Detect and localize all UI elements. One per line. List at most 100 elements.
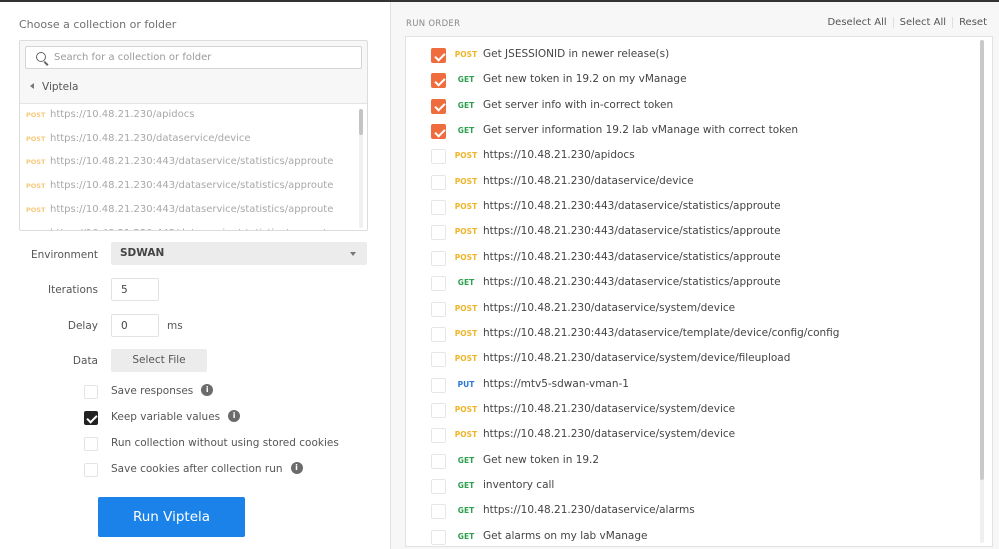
run-order-checkbox[interactable]: [431, 453, 446, 469]
request-name: https://10.48.21.230/apidocs: [483, 149, 635, 162]
run-order-item[interactable]: POST https://10.48.21.230:443/dataservice…: [406, 222, 966, 244]
runner-settings-panel: Choose a collection or folder Viptela PO…: [0, 2, 391, 549]
run-order-scrollbar[interactable]: [980, 40, 984, 543]
run-order-item[interactable]: GET Get new token in 19.2 on my vManage: [406, 70, 966, 92]
run-order-item[interactable]: POST https://10.48.21.230/dataservice/sys…: [406, 400, 966, 422]
run-order-item[interactable]: GET Get server information 19.2 lab vMana…: [406, 121, 966, 143]
deselect-all-button[interactable]: Deselect All: [821, 17, 892, 28]
run-order-checkbox[interactable]: [431, 402, 446, 418]
run-order-checkbox[interactable]: [431, 98, 446, 114]
run-order-item[interactable]: POST https://10.48.21.230:443/dataservice…: [406, 324, 966, 346]
run-order-item[interactable]: GET https://10.48.21.230/dataservice/alar…: [406, 501, 966, 523]
run-collection-button[interactable]: Run Viptela: [98, 497, 245, 537]
collection-request-item[interactable]: POST https://10.48.21.230/dataservice/dev…: [26, 133, 251, 149]
run-order-checkbox[interactable]: [431, 504, 446, 520]
scrollbar-thumb[interactable]: [359, 109, 363, 135]
run-order-checkbox[interactable]: [431, 200, 446, 216]
option-checkbox[interactable]: [84, 437, 98, 451]
request-name: Get server information 19.2 lab vManage …: [483, 124, 798, 137]
run-order-item[interactable]: GET https://10.48.21.230:443/dataservice/…: [406, 273, 966, 295]
request-method-badge: POST: [454, 202, 478, 212]
run-order-checkbox[interactable]: [431, 250, 446, 266]
request-name: https://10.48.21.230:443/dataservice/sta…: [483, 276, 781, 289]
delay-input[interactable]: [111, 314, 159, 337]
run-order-item[interactable]: GET inventory call: [406, 476, 966, 498]
collection-search[interactable]: [25, 46, 362, 69]
collection-search-input[interactable]: [54, 47, 354, 68]
option-label: Keep variable values i: [111, 410, 241, 423]
run-order-panel: RUN ORDER Deselect All Select All Reset …: [391, 2, 999, 549]
run-order-item[interactable]: GET Get new token in 19.2: [406, 451, 966, 473]
run-order-checkbox[interactable]: [431, 326, 446, 342]
info-icon[interactable]: i: [201, 384, 214, 396]
run-order-item[interactable]: POST https://10.48.21.230/dataservice/sys…: [406, 349, 966, 371]
run-order-item[interactable]: GET Get server info with in-correct token: [406, 96, 966, 118]
run-order-checkbox[interactable]: [431, 352, 446, 368]
request-name: https://10.48.21.230/dataservice/system/…: [483, 402, 736, 415]
select-all-button[interactable]: Select All: [892, 17, 952, 28]
request-method-badge: GET: [457, 75, 475, 85]
run-order-checkbox[interactable]: [431, 124, 446, 140]
request-method-badge: POST: [454, 404, 478, 414]
scrollbar-thumb[interactable]: [980, 40, 984, 480]
request-method-badge: POST: [454, 151, 478, 161]
run-order-checkbox[interactable]: [431, 301, 446, 317]
collection-picker-header: Viptela: [20, 41, 367, 104]
run-order-item[interactable]: POST https://10.48.21.230:443/dataservice…: [406, 197, 966, 219]
request-method-badge: POST: [454, 430, 478, 440]
request-method-badge: GET: [457, 480, 475, 490]
collection-request-item[interactable]: GEThttps://10.48.21.230:443/dataservice/…: [26, 228, 333, 231]
run-order-checkbox[interactable]: [431, 149, 446, 165]
environment-select[interactable]: SDWAN: [111, 242, 367, 265]
request-name: https://10.48.21.230/dataservice/system/…: [483, 352, 791, 365]
collection-request-item[interactable]: POST https://10.48.21.230:443/dataservice…: [26, 204, 333, 220]
run-order-checkbox[interactable]: [431, 276, 446, 292]
run-order-item[interactable]: POST https://10.48.21.230:443/dataservice…: [406, 248, 966, 270]
reset-button[interactable]: Reset: [952, 17, 993, 28]
request-url: https://10.48.21.230/apidocs: [50, 109, 195, 120]
request-name: Get server info with in-correct token: [483, 98, 674, 111]
run-order-checkbox[interactable]: [431, 428, 446, 444]
run-order-checkbox[interactable]: [431, 529, 446, 545]
run-order-checkbox[interactable]: [431, 48, 446, 63]
run-order-checkbox[interactable]: [431, 478, 446, 494]
folder-breadcrumb[interactable]: Viptela: [30, 81, 78, 93]
request-method-badge: GET: [457, 278, 475, 288]
option-label-text: Save responses: [111, 385, 194, 397]
run-order-checkbox[interactable]: [431, 174, 446, 190]
run-order-item[interactable]: GET Get alarms on my lab vManage: [406, 527, 966, 546]
iterations-input[interactable]: [111, 278, 159, 301]
info-icon[interactable]: i: [228, 410, 241, 422]
request-method-badge: GET: [457, 455, 475, 465]
collection-request-item[interactable]: POST https://10.48.21.230:443/dataservice…: [26, 180, 333, 196]
option-checkbox[interactable]: [84, 411, 98, 425]
option-checkbox[interactable]: [84, 385, 98, 399]
select-file-button[interactable]: Select File: [111, 349, 207, 372]
option-label-text: Run collection without using stored cook…: [111, 437, 339, 449]
delay-unit: ms: [167, 320, 183, 332]
run-order-list: POST Get JSESSIONID in newer release(s) GE…: [405, 36, 993, 547]
data-label: Data: [72, 355, 98, 367]
option-checkbox[interactable]: [84, 463, 98, 477]
request-method-badge: GET: [26, 230, 50, 231]
request-method-badge: POST: [454, 50, 478, 59]
run-order-item[interactable]: POST https://10.48.21.230/apidocs: [406, 146, 966, 168]
collection-request-item[interactable]: POST https://10.48.21.230/apidocs: [26, 109, 194, 125]
run-order-checkbox[interactable]: [431, 73, 446, 89]
request-method-badge: GET: [457, 126, 475, 136]
collection-request-item[interactable]: POST https://10.48.21.230:443/dataservice…: [26, 156, 333, 172]
run-order-item[interactable]: POST Get JSESSIONID in newer release(s): [406, 45, 966, 67]
request-name: https://10.48.21.230:443/dataservice/sta…: [483, 225, 781, 238]
run-order-checkbox[interactable]: [431, 225, 446, 241]
run-order-item[interactable]: PUT https://mtv5-sdwan-vman-1: [406, 375, 966, 397]
run-order-item[interactable]: POST https://10.48.21.230/dataservice/sys…: [406, 299, 966, 321]
run-order-item[interactable]: POST https://10.48.21.230/dataservice/sys…: [406, 425, 966, 447]
option-label: Save cookies after collection run i: [111, 462, 303, 475]
request-name: https://10.48.21.230:443/dataservice/sta…: [483, 200, 781, 213]
info-icon[interactable]: i: [290, 462, 303, 474]
caret-left-icon[interactable]: [30, 83, 34, 89]
collection-list-scrollbar[interactable]: [359, 109, 363, 228]
request-url: https://10.48.21.230:443/dataservice/sta…: [50, 180, 334, 192]
run-order-checkbox[interactable]: [431, 377, 446, 393]
run-order-item[interactable]: POST https://10.48.21.230/dataservice/dev…: [406, 172, 966, 194]
